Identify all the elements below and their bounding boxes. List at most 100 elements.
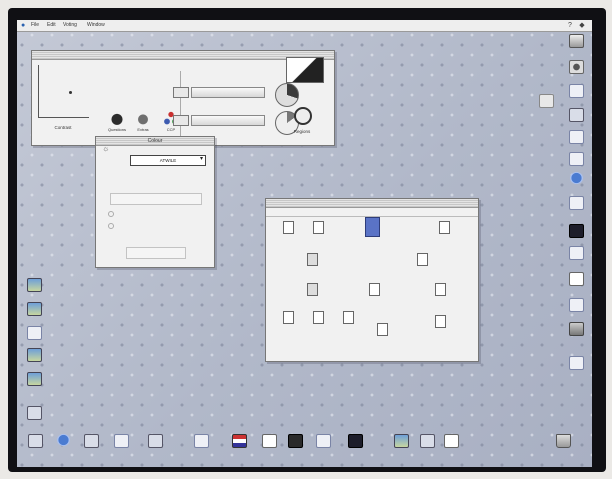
folder-icon <box>315 434 331 448</box>
desktop-icon[interactable] <box>19 406 49 431</box>
finder-item[interactable] <box>294 253 330 267</box>
apple-menu-icon[interactable]: ● <box>21 22 25 29</box>
folder-icon <box>568 356 584 370</box>
finder-item[interactable] <box>300 221 336 235</box>
finder-item[interactable] <box>356 283 392 297</box>
document-icon <box>438 221 450 234</box>
desktop-icon[interactable] <box>561 272 591 297</box>
picture-icon <box>26 302 42 316</box>
document-icon <box>443 434 459 448</box>
desktop-icon[interactable] <box>141 434 169 457</box>
slider-row-2[interactable] <box>191 115 265 126</box>
menu-file[interactable]: File <box>31 22 39 28</box>
disabled-button[interactable] <box>126 247 186 259</box>
menu-window[interactable]: Window <box>87 22 105 28</box>
application-icon <box>26 406 42 420</box>
colour-window[interactable]: Colour ☼ ATWILE <box>95 136 215 268</box>
desktop-icon[interactable] <box>561 34 591 59</box>
folder-window[interactable] <box>265 198 479 362</box>
desktop-icon[interactable] <box>107 434 135 457</box>
application-icon <box>568 108 584 122</box>
finder-item[interactable] <box>400 253 444 267</box>
folder-icon <box>113 434 129 448</box>
desktop-icon[interactable] <box>21 434 49 457</box>
desktop-icon[interactable] <box>19 302 49 327</box>
row-2-button[interactable] <box>173 115 189 126</box>
contrast-label: Contrast <box>54 125 72 130</box>
chooser-icon: ☼ <box>102 144 110 153</box>
document-icon <box>282 221 294 234</box>
picture-icon <box>26 372 42 386</box>
desktop-icon[interactable] <box>561 84 591 109</box>
document-icon <box>416 253 428 266</box>
desktop-icon[interactable] <box>225 434 253 457</box>
desktop-icon[interactable] <box>561 322 591 347</box>
row-1-button[interactable] <box>173 87 189 98</box>
option-radio-2[interactable] <box>108 223 116 229</box>
questions-label: Questions <box>107 127 126 132</box>
desktop-icon[interactable] <box>387 434 415 457</box>
application-icon <box>419 434 435 448</box>
monitor-icon <box>347 434 363 448</box>
desktop-icon[interactable] <box>561 298 591 323</box>
ccp-label: CCP <box>166 127 176 132</box>
application-icon <box>147 434 163 448</box>
document-icon <box>434 283 446 296</box>
volume-ramp-icon[interactable] <box>286 57 324 83</box>
desktop-icon[interactable] <box>187 434 215 457</box>
application-switcher-icon[interactable]: ◆ <box>577 22 587 30</box>
extras-button[interactable]: Extras <box>130 111 156 132</box>
desktop-icon[interactable] <box>19 348 49 373</box>
document-icon <box>312 221 324 234</box>
desktop-icon[interactable] <box>19 278 49 303</box>
finder-item[interactable] <box>426 221 462 235</box>
desktop-icon[interactable] <box>561 196 591 221</box>
document-icon <box>282 311 294 324</box>
menu-edit[interactable]: Edit <box>47 22 56 28</box>
desktop-folder[interactable] <box>531 94 561 114</box>
desktop-icon[interactable] <box>19 372 49 397</box>
folder-icon <box>568 246 584 260</box>
desktop-icon[interactable] <box>341 434 369 457</box>
desktop-icon[interactable] <box>77 434 105 457</box>
desktop-icon[interactable] <box>549 434 577 457</box>
colour-window-titlebar[interactable]: Colour <box>96 137 214 146</box>
desktop-icon[interactable] <box>437 434 465 457</box>
globe-icon <box>56 434 70 446</box>
slider-row-1[interactable] <box>191 87 265 98</box>
application-icon <box>27 434 43 448</box>
colour-select[interactable]: ATWILE <box>130 155 206 166</box>
finder-item-selected[interactable] <box>352 217 392 243</box>
document-icon <box>568 272 584 286</box>
finder-item[interactable] <box>330 311 366 325</box>
globe-icon <box>569 172 583 184</box>
disabled-field <box>110 193 202 205</box>
stamp-text <box>109 61 164 73</box>
speaker-icon[interactable] <box>294 107 312 125</box>
desktop[interactable]: ● File Edit Voting Window ? ◆ Contrast Q… <box>17 20 592 467</box>
finder-item[interactable] <box>294 283 330 297</box>
application-icon <box>83 434 99 448</box>
folder-window-titlebar[interactable] <box>266 199 478 208</box>
folder-icon <box>538 94 554 108</box>
contrast-graph <box>38 65 89 118</box>
help-icon[interactable]: ? <box>565 22 575 30</box>
option-radio-1[interactable] <box>108 211 116 217</box>
desktop-icon[interactable] <box>561 356 591 381</box>
desktop-icon[interactable] <box>561 246 591 271</box>
desktop-icon[interactable] <box>49 434 77 455</box>
desktop-icon[interactable] <box>309 434 337 457</box>
document-icon <box>342 311 354 324</box>
desktop-icon[interactable] <box>255 434 283 457</box>
document-icon <box>376 323 388 336</box>
finder-item[interactable] <box>364 323 400 337</box>
control-window[interactable]: Contrast Questions Extras CCP Regions <box>31 50 335 146</box>
menu-voting[interactable]: Voting <box>63 22 77 28</box>
finder-item[interactable] <box>422 315 458 329</box>
questions-button[interactable]: Questions <box>104 111 130 132</box>
desktop-icon[interactable] <box>281 434 309 457</box>
desktop-icon[interactable] <box>561 60 591 85</box>
finder-item[interactable] <box>422 283 458 297</box>
desktop-icon[interactable] <box>561 172 591 195</box>
document-icon <box>368 283 380 296</box>
